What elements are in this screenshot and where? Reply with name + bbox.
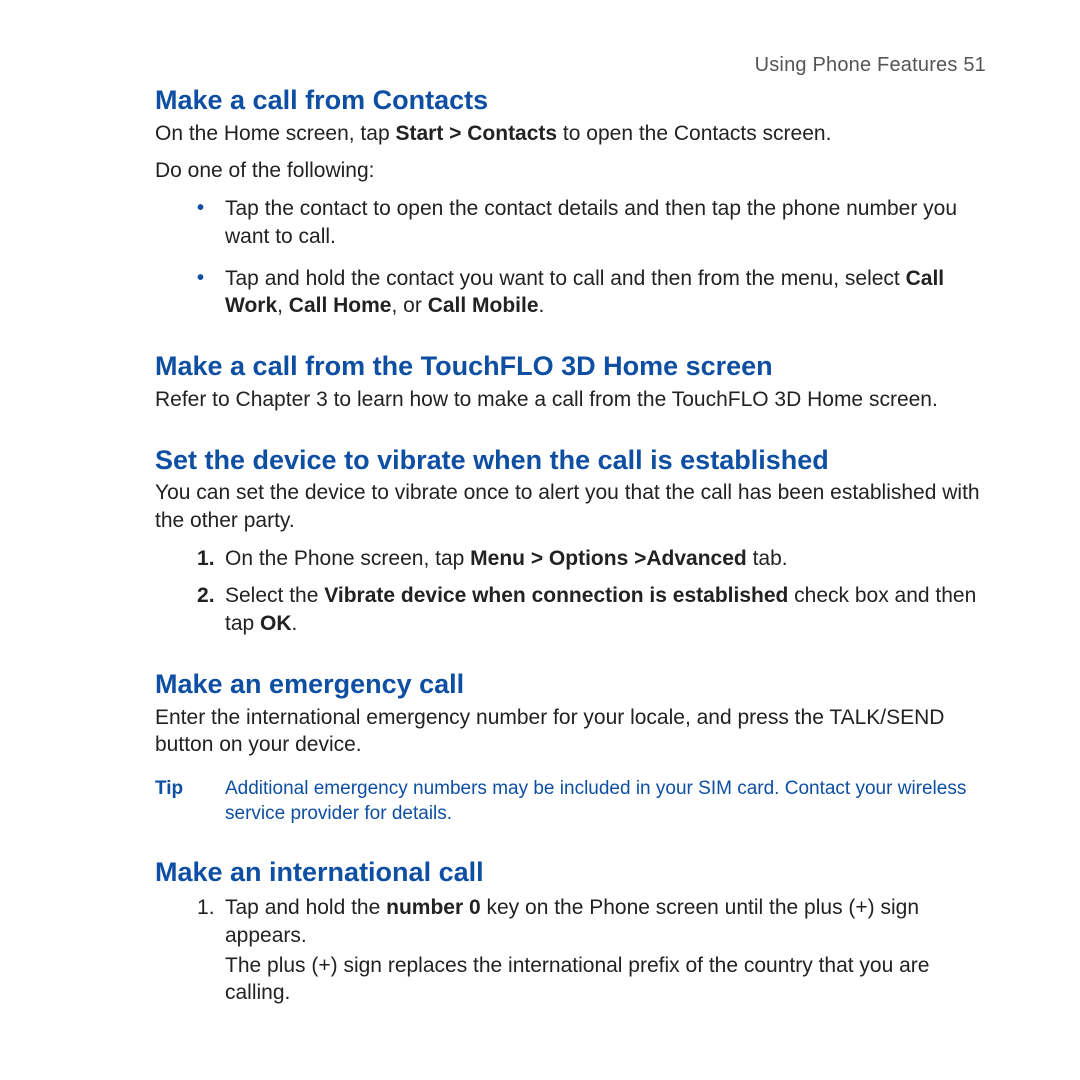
text-span: Tap and hold the bbox=[225, 896, 386, 919]
vibrate-body: You can set the device to vibrate once t… bbox=[155, 479, 990, 534]
list-item: On the Phone screen, tap Menu > Options … bbox=[197, 545, 990, 573]
text-span: to open the Contacts screen. bbox=[557, 122, 831, 145]
bold-span: Menu > Options >Advanced bbox=[470, 547, 747, 570]
text-span: , bbox=[277, 294, 289, 317]
international-steps: Tap and hold the number 0 key on the Pho… bbox=[155, 894, 990, 1007]
section-touchflo: Make a call from the TouchFLO 3D Home sc… bbox=[155, 350, 990, 413]
text-span: , or bbox=[392, 294, 428, 317]
tip-body: Additional emergency numbers may be incl… bbox=[225, 777, 990, 826]
bold-span: Start > Contacts bbox=[395, 122, 557, 145]
text-span: On the Home screen, tap bbox=[155, 122, 395, 145]
text-span: . bbox=[539, 294, 545, 317]
text-span: . bbox=[292, 612, 298, 635]
section-vibrate: Set the device to vibrate when the call … bbox=[155, 444, 990, 638]
text-span: On the Phone screen, tap bbox=[225, 547, 470, 570]
bold-span: number 0 bbox=[386, 896, 481, 919]
manual-page: Using Phone Features 51 Make a call from… bbox=[0, 0, 1080, 1080]
text-span: Tap and hold the contact you want to cal… bbox=[225, 267, 906, 290]
bold-span: Call Home bbox=[289, 294, 392, 317]
section-contacts: Make a call from Contacts On the Home sc… bbox=[155, 84, 990, 320]
text-span: tab. bbox=[747, 547, 788, 570]
text-span: Select the bbox=[225, 584, 324, 607]
contacts-bullets: Tap the contact to open the contact deta… bbox=[155, 195, 990, 320]
bold-span: OK bbox=[260, 612, 292, 635]
running-head: Using Phone Features 51 bbox=[755, 54, 986, 77]
section-emergency: Make an emergency call Enter the interna… bbox=[155, 668, 990, 827]
heading-contacts: Make a call from Contacts bbox=[155, 84, 990, 118]
emergency-body: Enter the international emergency number… bbox=[155, 704, 990, 759]
bold-span: Call Mobile bbox=[428, 294, 539, 317]
bold-span: Vibrate device when connection is establ… bbox=[324, 584, 788, 607]
list-item: Tap the contact to open the contact deta… bbox=[197, 195, 990, 250]
contacts-intro-2: Do one of the following: bbox=[155, 157, 990, 185]
heading-emergency: Make an emergency call bbox=[155, 668, 990, 702]
list-item: Tap and hold the number 0 key on the Pho… bbox=[197, 894, 990, 1007]
touchflo-body: Refer to Chapter 3 to learn how to make … bbox=[155, 386, 990, 414]
heading-touchflo: Make a call from the TouchFLO 3D Home sc… bbox=[155, 350, 990, 384]
tip-label: Tip bbox=[155, 777, 225, 826]
section-international: Make an international call Tap and hold … bbox=[155, 856, 990, 1007]
heading-international: Make an international call bbox=[155, 856, 990, 890]
list-item: Select the Vibrate device when connectio… bbox=[197, 582, 990, 637]
heading-vibrate: Set the device to vibrate when the call … bbox=[155, 444, 990, 478]
contacts-intro-1: On the Home screen, tap Start > Contacts… bbox=[155, 120, 990, 148]
list-item: Tap and hold the contact you want to cal… bbox=[197, 265, 990, 320]
tip-row: Tip Additional emergency numbers may be … bbox=[155, 777, 990, 826]
vibrate-steps: On the Phone screen, tap Menu > Options … bbox=[155, 545, 990, 638]
international-step1-note: The plus (+) sign replaces the internati… bbox=[225, 952, 990, 1007]
